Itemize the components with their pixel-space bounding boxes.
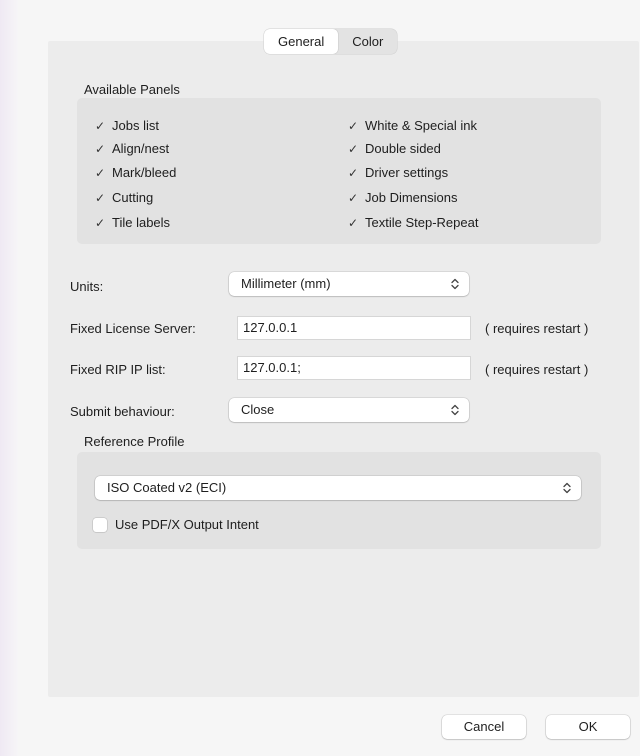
panel-checkbox-textile-step-repeat[interactable]: ✓ Textile Step-Repeat (347, 213, 478, 233)
reference-profile-select[interactable]: ISO Coated v2 (ECI) (95, 476, 581, 500)
panel-label: Job Dimensions (365, 190, 458, 205)
tab-color[interactable]: Color (338, 29, 397, 54)
reference-profile-group (77, 452, 601, 549)
checkmark-icon: ✓ (347, 166, 359, 180)
panel-checkbox-tile-labels[interactable]: ✓ Tile labels (94, 213, 170, 233)
reference-profile-title: Reference Profile (84, 434, 185, 449)
checkmark-icon: ✓ (94, 166, 106, 180)
panel-label: Cutting (112, 190, 154, 205)
license-server-restart-hint: ( requires restart ) (485, 321, 589, 336)
ok-button[interactable]: OK (546, 715, 630, 739)
checkmark-icon: ✓ (94, 191, 106, 205)
license-server-input[interactable]: 127.0.0.1 (237, 316, 471, 340)
checkmark-icon: ✓ (94, 216, 106, 230)
reference-profile-value: ISO Coated v2 (ECI) (107, 480, 227, 495)
tab-bar: General Color (264, 29, 398, 54)
panel-label: Textile Step-Repeat (365, 215, 479, 230)
panel-checkbox-job-dimensions[interactable]: ✓ Job Dimensions (347, 188, 458, 208)
units-select[interactable]: Millimeter (mm) (229, 272, 469, 296)
panel-label: Double sided (365, 141, 441, 156)
up-down-chevron-icon (563, 482, 571, 494)
units-value: Millimeter (mm) (241, 276, 331, 291)
panel-label: Align/nest (112, 141, 170, 156)
panel-label: Jobs list (112, 118, 159, 133)
cancel-button[interactable]: Cancel (442, 715, 526, 739)
use-output-intent-label: Use PDF/X Output Intent (115, 517, 259, 532)
submit-behaviour-value: Close (241, 402, 275, 417)
up-down-chevron-icon (451, 404, 459, 416)
panel-checkbox-jobs-list[interactable]: ✓ Jobs list (94, 116, 159, 136)
checkmark-icon: ✓ (347, 216, 359, 230)
rip-ip-list-input[interactable]: 127.0.0.1; (237, 356, 471, 380)
checkmark-icon: ✓ (347, 142, 359, 156)
panel-label: White & Special ink (365, 118, 477, 133)
panel-checkbox-driver-settings[interactable]: ✓ Driver settings (347, 163, 448, 183)
submit-behaviour-label: Submit behaviour: (70, 404, 175, 419)
units-label: Units: (70, 279, 104, 294)
available-panels-title: Available Panels (84, 82, 180, 97)
submit-behaviour-select[interactable]: Close (229, 398, 469, 422)
panel-checkbox-align-nest[interactable]: ✓ Align/nest (94, 139, 169, 159)
unchecked-box-icon (93, 517, 107, 532)
panel-checkbox-white-special-ink[interactable]: ✓ White & Special ink (347, 116, 477, 136)
preferences-window: General Color Available Panels ✓ Jobs lis… (18, 0, 640, 756)
panel-checkbox-mark-bleed[interactable]: ✓ Mark/bleed (94, 163, 176, 183)
checkmark-icon: ✓ (347, 191, 359, 205)
panel-label: Tile labels (112, 215, 171, 230)
use-output-intent-checkbox[interactable]: Use PDF/X Output Intent (93, 516, 259, 534)
panel-label: Driver settings (365, 165, 449, 180)
panel-checkbox-double-sided[interactable]: ✓ Double sided (347, 139, 441, 159)
checkmark-icon: ✓ (347, 119, 359, 133)
panel-checkbox-cutting[interactable]: ✓ Cutting (94, 188, 153, 208)
checkmark-icon: ✓ (94, 119, 106, 133)
panel-label: Mark/bleed (112, 165, 177, 180)
rip-ip-list-restart-hint: ( requires restart ) (485, 362, 589, 377)
up-down-chevron-icon (451, 278, 459, 290)
tab-general[interactable]: General (264, 29, 339, 54)
rip-ip-list-label: Fixed RIP IP list: (70, 362, 166, 377)
checkmark-icon: ✓ (94, 142, 106, 156)
license-server-label: Fixed License Server: (70, 321, 196, 336)
